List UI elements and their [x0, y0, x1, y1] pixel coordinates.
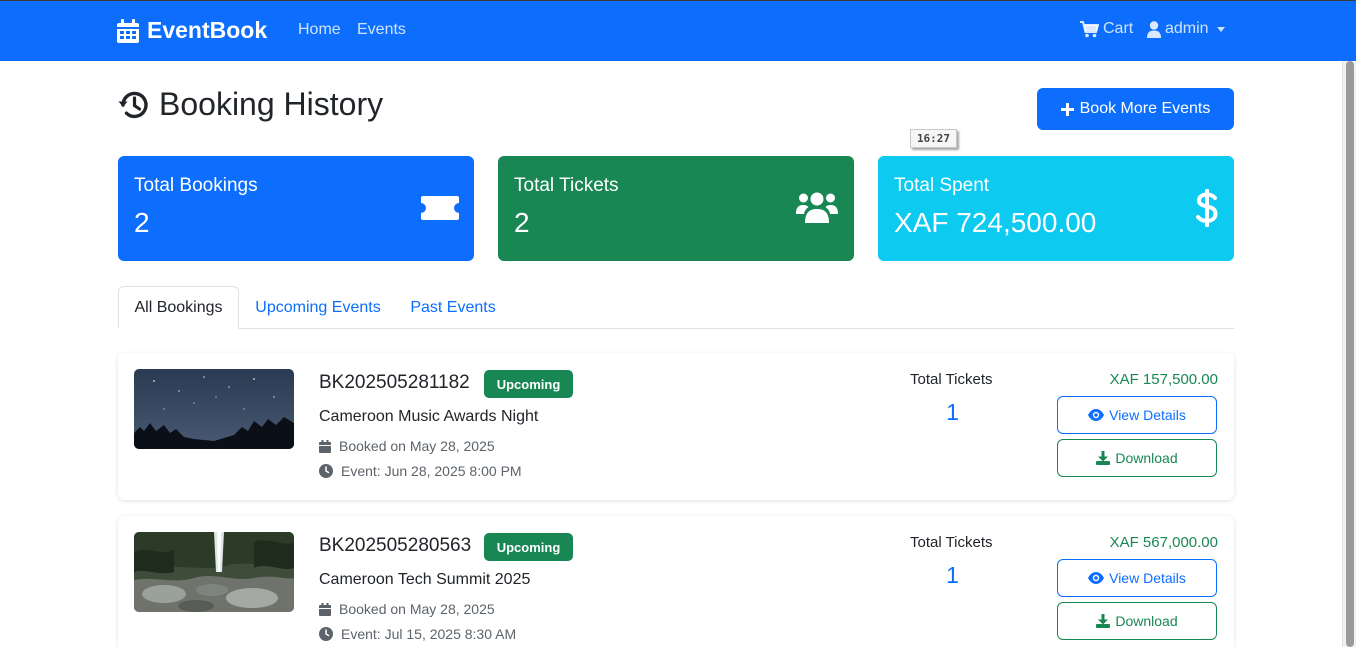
- event-name: Cameroon Tech Summit 2025: [319, 571, 531, 588]
- top-navbar: EventBook Home Events Cart admin: [0, 0, 1356, 61]
- calendar-icon: [319, 602, 331, 616]
- users-icon: [796, 192, 838, 223]
- user-name: admin: [1165, 20, 1209, 37]
- clock-icon: [319, 627, 333, 641]
- tab-all-bookings[interactable]: All Bookings: [118, 286, 239, 329]
- download-button[interactable]: Download: [1057, 439, 1217, 477]
- event-time-row: Event: Jul 15, 2025 8:30 AM: [319, 626, 516, 642]
- total-tickets-value: 1: [946, 399, 959, 425]
- eye-icon: [1088, 572, 1105, 584]
- page-title-text: Booking History: [159, 86, 384, 122]
- stat-card-total-tickets: Total Tickets 2: [498, 156, 854, 261]
- booking-card: BK202505280563 Upcoming Cameroon Tech Su…: [118, 516, 1234, 647]
- scrollbar-thumb[interactable]: [1346, 61, 1354, 647]
- calendar-icon: [117, 18, 139, 43]
- brand-name: EventBook: [147, 17, 268, 43]
- total-tickets-value: 1: [946, 562, 959, 588]
- download-label: Download: [1115, 613, 1178, 629]
- view-details-label: View Details: [1109, 407, 1186, 423]
- dollar-icon: [1196, 189, 1218, 227]
- download-label: Download: [1115, 450, 1178, 466]
- cart-label: Cart: [1103, 20, 1134, 37]
- view-details-button[interactable]: View Details: [1057, 559, 1217, 597]
- plus-icon: [1060, 102, 1074, 116]
- stat-card-total-bookings: Total Bookings 2: [118, 156, 474, 261]
- status-badge: Upcoming: [484, 533, 573, 561]
- brand-link[interactable]: EventBook: [117, 17, 267, 44]
- user-icon: [1147, 20, 1161, 38]
- tab-past-events[interactable]: Past Events: [397, 286, 509, 329]
- event-time-text: Event: Jun 28, 2025 8:00 PM: [341, 463, 522, 479]
- calendar-icon: [319, 439, 331, 453]
- stat-label: Total Bookings: [134, 175, 258, 196]
- stat-value: XAF 724,500.00: [894, 207, 1097, 238]
- book-more-label: Book More Events: [1079, 100, 1211, 117]
- event-time-row: Event: Jun 28, 2025 8:00 PM: [319, 463, 522, 479]
- event-thumbnail: [134, 369, 294, 449]
- booked-on-row: Booked on May 28, 2025: [319, 438, 495, 454]
- ticket-icon: [421, 196, 459, 220]
- booked-on-row: Booked on May 28, 2025: [319, 601, 495, 617]
- event-thumbnail: [134, 532, 294, 612]
- time-tooltip: 16:27: [910, 129, 957, 148]
- history-icon: [118, 91, 148, 118]
- clock-icon: [319, 464, 333, 478]
- download-icon: [1096, 614, 1111, 628]
- booking-price: XAF 157,500.00: [1109, 371, 1218, 388]
- user-menu-dropdown[interactable]: admin: [1147, 20, 1225, 38]
- stat-label: Total Tickets: [514, 175, 619, 196]
- chevron-down-icon: [1216, 26, 1225, 32]
- stat-card-total-spent: Total Spent XAF 724,500.00: [878, 156, 1234, 261]
- stat-value: 2: [514, 207, 530, 238]
- booking-price: XAF 567,000.00: [1109, 534, 1218, 551]
- view-details-label: View Details: [1109, 570, 1186, 586]
- booking-code: BK202505281182: [319, 372, 470, 393]
- status-badge: Upcoming: [484, 370, 573, 398]
- page-scrollbar[interactable]: [1342, 61, 1356, 647]
- nav-events-link[interactable]: Events: [357, 21, 406, 39]
- stat-value: 2: [134, 207, 150, 238]
- booking-code: BK202505280563: [319, 535, 472, 556]
- event-name: Cameroon Music Awards Night: [319, 408, 539, 425]
- download-icon: [1096, 451, 1111, 465]
- download-button[interactable]: Download: [1057, 602, 1217, 640]
- booking-card: BK202505281182 Upcoming Cameroon Music A…: [118, 353, 1234, 500]
- total-tickets-label: Total Tickets: [910, 534, 993, 551]
- event-time-text: Event: Jul 15, 2025 8:30 AM: [341, 626, 517, 642]
- eye-icon: [1088, 409, 1105, 421]
- view-details-button[interactable]: View Details: [1057, 396, 1217, 434]
- nav-home-link[interactable]: Home: [298, 21, 341, 39]
- tab-upcoming-events[interactable]: Upcoming Events: [240, 286, 396, 329]
- stat-label: Total Spent: [894, 175, 990, 196]
- total-tickets-label: Total Tickets: [910, 371, 993, 388]
- nav-cart-link[interactable]: Cart: [1080, 20, 1133, 38]
- page-title: Booking History: [117, 86, 383, 123]
- booked-on-text: Booked on May 28, 2025: [339, 438, 495, 454]
- book-more-events-button[interactable]: Book More Events: [1037, 88, 1234, 130]
- cart-icon: [1080, 20, 1099, 37]
- booked-on-text: Booked on May 28, 2025: [339, 601, 495, 617]
